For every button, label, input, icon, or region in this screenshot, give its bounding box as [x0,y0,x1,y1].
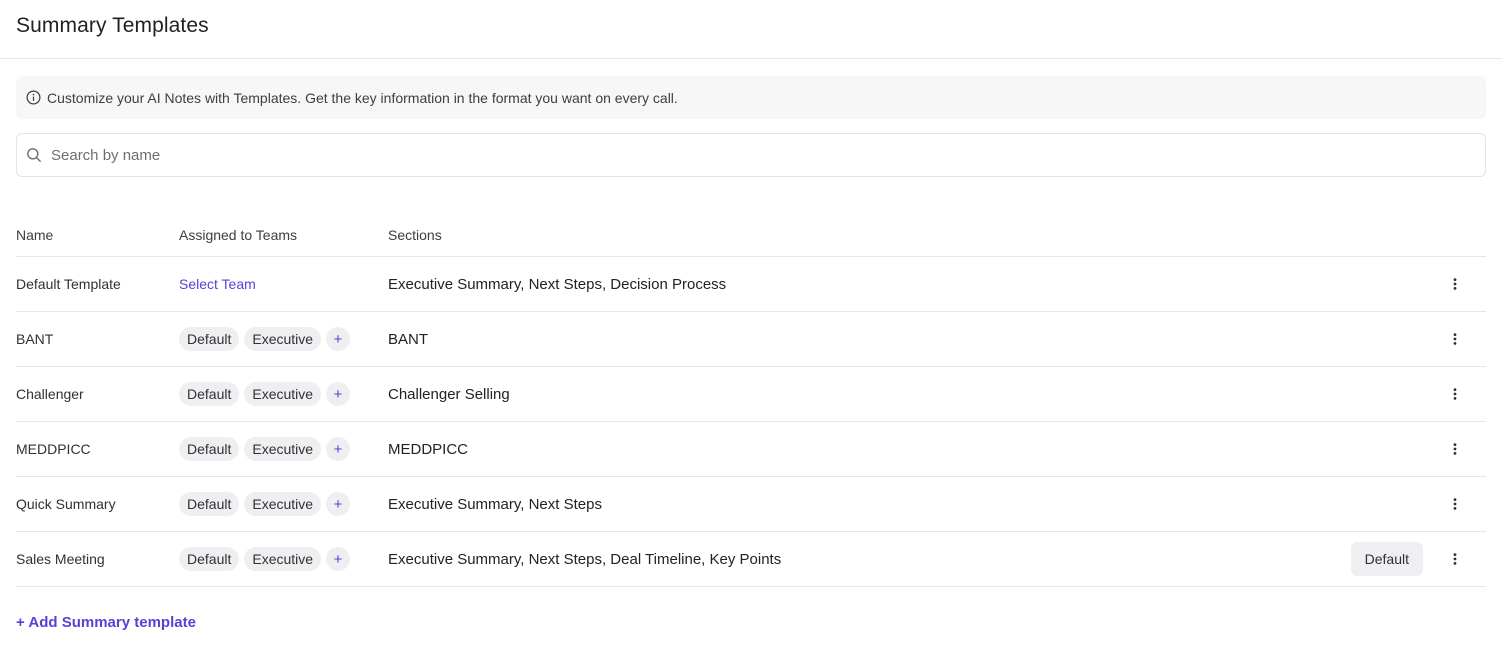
template-name: BANT [16,331,54,347]
table-row[interactable]: MEDDPICC Default Executive + MEDDPICC [16,422,1486,477]
row-menu-cell [1423,274,1486,294]
info-banner-text: Customize your AI Notes with Templates. … [47,89,678,106]
assigned-teams: Select Team [179,276,388,292]
column-header-sections: Sections [388,227,442,243]
search-box[interactable] [16,133,1486,177]
kebab-menu-icon[interactable] [1445,549,1465,569]
table-row[interactable]: Default Template Select Team Executive S… [16,257,1486,312]
template-name: Quick Summary [16,496,116,512]
table-row[interactable]: Quick Summary Default Executive + Execut… [16,477,1486,532]
row-menu-cell [1423,439,1486,459]
assigned-teams: Default Executive + [179,437,388,461]
kebab-menu-icon[interactable] [1445,494,1465,514]
template-sections: Challenger Selling [388,385,510,403]
page-title: Summary Templates [16,13,209,37]
add-team-button[interactable]: + [326,492,351,516]
team-chip[interactable]: Executive [244,327,322,351]
templates-table: Name Assigned to Teams Sections Default … [16,214,1486,587]
search-input[interactable] [51,146,1476,164]
select-team-link[interactable]: Select Team [179,276,256,292]
add-team-button[interactable]: + [326,327,351,351]
add-team-button[interactable]: + [326,437,351,461]
info-icon [26,90,41,105]
add-team-button[interactable]: + [326,382,351,406]
team-chip[interactable]: Executive [244,437,322,461]
template-sections: Executive Summary, Next Steps, Deal Time… [388,550,782,568]
table-header: Name Assigned to Teams Sections [16,214,1486,257]
default-badge-cell: Default [1349,542,1423,576]
column-header-name: Name [16,227,54,243]
kebab-menu-icon[interactable] [1445,439,1465,459]
template-name: Challenger [16,386,84,402]
kebab-menu-icon[interactable] [1445,329,1465,349]
assigned-teams: Default Executive + [179,492,388,516]
kebab-menu-icon[interactable] [1445,274,1465,294]
info-banner: Customize your AI Notes with Templates. … [16,76,1486,119]
team-chip[interactable]: Default [179,327,240,351]
row-menu-cell [1423,494,1486,514]
template-sections: MEDDPICC [388,440,469,458]
team-chip[interactable]: Executive [244,382,322,406]
template-name: MEDDPICC [16,441,91,457]
template-sections: Executive Summary, Next Steps [388,495,602,513]
team-chip[interactable]: Default [179,437,240,461]
team-chip[interactable]: Executive [244,492,322,516]
template-name: Sales Meeting [16,551,105,567]
template-sections: BANT [388,330,429,348]
column-header-teams: Assigned to Teams [179,227,298,243]
assigned-teams: Default Executive + [179,547,388,571]
assigned-teams: Default Executive + [179,327,388,351]
table-row[interactable]: Sales Meeting Default Executive + Execut… [16,532,1486,587]
add-team-button[interactable]: + [326,547,351,571]
row-menu-cell [1423,549,1486,569]
team-chip[interactable]: Default [179,382,240,406]
row-menu-cell [1423,329,1486,349]
page-header: Summary Templates [0,0,1502,59]
add-summary-template-link[interactable]: + Add Summary template [16,614,196,631]
template-sections: Executive Summary, Next Steps, Decision … [388,275,727,293]
search-icon [26,147,42,163]
main-content: Customize your AI Notes with Templates. … [0,76,1502,632]
team-chip[interactable]: Executive [244,547,322,571]
table-row[interactable]: BANT Default Executive + BANT [16,312,1486,367]
assigned-teams: Default Executive + [179,382,388,406]
kebab-menu-icon[interactable] [1445,384,1465,404]
table-row[interactable]: Challenger Default Executive + Challenge… [16,367,1486,422]
team-chip[interactable]: Default [179,492,240,516]
team-chip[interactable]: Default [179,547,240,571]
template-name: Default Template [16,276,121,292]
default-template-badge: Default [1350,542,1423,576]
row-menu-cell [1423,384,1486,404]
